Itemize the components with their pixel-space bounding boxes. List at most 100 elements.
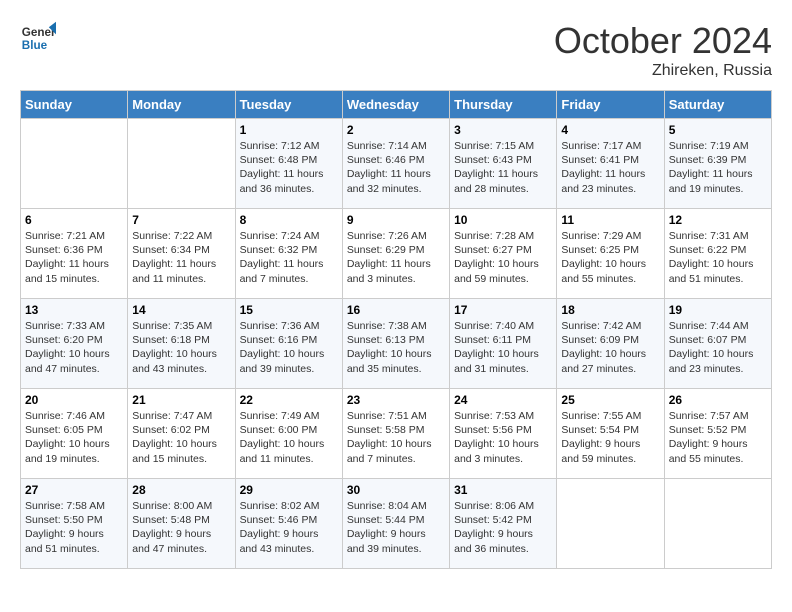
days-header-row: SundayMondayTuesdayWednesdayThursdayFrid…	[21, 91, 772, 119]
day-info: Sunrise: 7:53 AM Sunset: 5:56 PM Dayligh…	[454, 409, 552, 466]
calendar-week-row: 27 Sunrise: 7:58 AM Sunset: 5:50 PM Dayli…	[21, 479, 772, 569]
day-info: Sunrise: 7:49 AM Sunset: 6:00 PM Dayligh…	[240, 409, 338, 466]
day-info: Sunrise: 8:02 AM Sunset: 5:46 PM Dayligh…	[240, 499, 338, 556]
calendar-day-cell	[557, 479, 664, 569]
day-info: Sunrise: 7:26 AM Sunset: 6:29 PM Dayligh…	[347, 229, 445, 286]
day-info: Sunrise: 7:38 AM Sunset: 6:13 PM Dayligh…	[347, 319, 445, 376]
day-number: 3	[454, 123, 552, 137]
calendar-day-cell: 19 Sunrise: 7:44 AM Sunset: 6:07 PM Dayli…	[664, 299, 771, 389]
day-number: 29	[240, 483, 338, 497]
day-number: 18	[561, 303, 659, 317]
day-number: 19	[669, 303, 767, 317]
day-number: 7	[132, 213, 230, 227]
day-info: Sunrise: 7:58 AM Sunset: 5:50 PM Dayligh…	[25, 499, 123, 556]
day-info: Sunrise: 7:46 AM Sunset: 6:05 PM Dayligh…	[25, 409, 123, 466]
calendar-day-cell: 21 Sunrise: 7:47 AM Sunset: 6:02 PM Dayli…	[128, 389, 235, 479]
page-header: General Blue October 2024 Zhireken, Russ…	[20, 20, 772, 80]
day-info: Sunrise: 7:24 AM Sunset: 6:32 PM Dayligh…	[240, 229, 338, 286]
day-info: Sunrise: 7:29 AM Sunset: 6:25 PM Dayligh…	[561, 229, 659, 286]
logo-icon: General Blue	[20, 20, 56, 56]
calendar-day-cell: 30 Sunrise: 8:04 AM Sunset: 5:44 PM Dayli…	[342, 479, 449, 569]
day-number: 2	[347, 123, 445, 137]
calendar-day-cell: 1 Sunrise: 7:12 AM Sunset: 6:48 PM Daylig…	[235, 119, 342, 209]
day-number: 11	[561, 213, 659, 227]
day-number: 8	[240, 213, 338, 227]
day-number: 28	[132, 483, 230, 497]
svg-text:Blue: Blue	[22, 39, 48, 52]
day-info: Sunrise: 7:51 AM Sunset: 5:58 PM Dayligh…	[347, 409, 445, 466]
day-info: Sunrise: 7:21 AM Sunset: 6:36 PM Dayligh…	[25, 229, 123, 286]
location: Zhireken, Russia	[554, 62, 772, 80]
day-info: Sunrise: 8:06 AM Sunset: 5:42 PM Dayligh…	[454, 499, 552, 556]
calendar-week-row: 1 Sunrise: 7:12 AM Sunset: 6:48 PM Daylig…	[21, 119, 772, 209]
day-number: 16	[347, 303, 445, 317]
day-number: 27	[25, 483, 123, 497]
calendar-week-row: 20 Sunrise: 7:46 AM Sunset: 6:05 PM Dayli…	[21, 389, 772, 479]
day-info: Sunrise: 7:15 AM Sunset: 6:43 PM Dayligh…	[454, 139, 552, 196]
calendar-day-cell: 18 Sunrise: 7:42 AM Sunset: 6:09 PM Dayli…	[557, 299, 664, 389]
day-info: Sunrise: 8:00 AM Sunset: 5:48 PM Dayligh…	[132, 499, 230, 556]
day-info: Sunrise: 7:36 AM Sunset: 6:16 PM Dayligh…	[240, 319, 338, 376]
day-of-week-header: Tuesday	[235, 91, 342, 119]
day-info: Sunrise: 7:22 AM Sunset: 6:34 PM Dayligh…	[132, 229, 230, 286]
calendar-day-cell: 2 Sunrise: 7:14 AM Sunset: 6:46 PM Daylig…	[342, 119, 449, 209]
day-number: 21	[132, 393, 230, 407]
calendar-day-cell: 29 Sunrise: 8:02 AM Sunset: 5:46 PM Dayli…	[235, 479, 342, 569]
day-of-week-header: Monday	[128, 91, 235, 119]
calendar-day-cell: 20 Sunrise: 7:46 AM Sunset: 6:05 PM Dayli…	[21, 389, 128, 479]
calendar-day-cell: 7 Sunrise: 7:22 AM Sunset: 6:34 PM Daylig…	[128, 209, 235, 299]
day-number: 4	[561, 123, 659, 137]
day-number: 1	[240, 123, 338, 137]
calendar-day-cell: 3 Sunrise: 7:15 AM Sunset: 6:43 PM Daylig…	[450, 119, 557, 209]
calendar-day-cell: 12 Sunrise: 7:31 AM Sunset: 6:22 PM Dayli…	[664, 209, 771, 299]
calendar-week-row: 6 Sunrise: 7:21 AM Sunset: 6:36 PM Daylig…	[21, 209, 772, 299]
calendar-day-cell	[664, 479, 771, 569]
calendar-day-cell: 24Sunrise: 7:53 AM Sunset: 5:56 PM Dayli…	[450, 389, 557, 479]
day-number: 26	[669, 393, 767, 407]
day-number: 13	[25, 303, 123, 317]
calendar-day-cell: 9 Sunrise: 7:26 AM Sunset: 6:29 PM Daylig…	[342, 209, 449, 299]
calendar-day-cell: 17Sunrise: 7:40 AM Sunset: 6:11 PM Dayli…	[450, 299, 557, 389]
calendar-day-cell: 14 Sunrise: 7:35 AM Sunset: 6:18 PM Dayli…	[128, 299, 235, 389]
calendar-day-cell	[21, 119, 128, 209]
day-of-week-header: Friday	[557, 91, 664, 119]
calendar-day-cell: 10 Sunrise: 7:28 AM Sunset: 6:27 PM Dayli…	[450, 209, 557, 299]
day-number: 17	[454, 303, 552, 317]
calendar-day-cell	[128, 119, 235, 209]
day-number: 31	[454, 483, 552, 497]
day-number: 10	[454, 213, 552, 227]
calendar-body: 1 Sunrise: 7:12 AM Sunset: 6:48 PM Daylig…	[21, 119, 772, 569]
day-number: 9	[347, 213, 445, 227]
calendar-day-cell: 23 Sunrise: 7:51 AM Sunset: 5:58 PM Dayli…	[342, 389, 449, 479]
calendar-day-cell: 8 Sunrise: 7:24 AM Sunset: 6:32 PM Daylig…	[235, 209, 342, 299]
day-info: Sunrise: 7:42 AM Sunset: 6:09 PM Dayligh…	[561, 319, 659, 376]
day-number: 6	[25, 213, 123, 227]
day-number: 14	[132, 303, 230, 317]
calendar-day-cell: 16 Sunrise: 7:38 AM Sunset: 6:13 PM Dayli…	[342, 299, 449, 389]
day-info: Sunrise: 7:14 AM Sunset: 6:46 PM Dayligh…	[347, 139, 445, 196]
calendar-day-cell: 27 Sunrise: 7:58 AM Sunset: 5:50 PM Dayli…	[21, 479, 128, 569]
title-block: October 2024 Zhireken, Russia	[554, 20, 772, 80]
day-number: 22	[240, 393, 338, 407]
day-info: Sunrise: 7:28 AM Sunset: 6:27 PM Dayligh…	[454, 229, 552, 286]
day-number: 20	[25, 393, 123, 407]
day-of-week-header: Thursday	[450, 91, 557, 119]
calendar-week-row: 13Sunrise: 7:33 AM Sunset: 6:20 PM Dayli…	[21, 299, 772, 389]
day-info: Sunrise: 8:04 AM Sunset: 5:44 PM Dayligh…	[347, 499, 445, 556]
day-info: Sunrise: 7:44 AM Sunset: 6:07 PM Dayligh…	[669, 319, 767, 376]
calendar-day-cell: 11 Sunrise: 7:29 AM Sunset: 6:25 PM Dayli…	[557, 209, 664, 299]
day-info: Sunrise: 7:12 AM Sunset: 6:48 PM Dayligh…	[240, 139, 338, 196]
day-info: Sunrise: 7:35 AM Sunset: 6:18 PM Dayligh…	[132, 319, 230, 376]
day-number: 15	[240, 303, 338, 317]
day-number: 30	[347, 483, 445, 497]
calendar-day-cell: 5Sunrise: 7:19 AM Sunset: 6:39 PM Daylig…	[664, 119, 771, 209]
day-number: 12	[669, 213, 767, 227]
day-info: Sunrise: 7:31 AM Sunset: 6:22 PM Dayligh…	[669, 229, 767, 286]
calendar-day-cell: 31 Sunrise: 8:06 AM Sunset: 5:42 PM Dayli…	[450, 479, 557, 569]
calendar-day-cell: 13Sunrise: 7:33 AM Sunset: 6:20 PM Dayli…	[21, 299, 128, 389]
day-info: Sunrise: 7:47 AM Sunset: 6:02 PM Dayligh…	[132, 409, 230, 466]
day-of-week-header: Sunday	[21, 91, 128, 119]
day-of-week-header: Wednesday	[342, 91, 449, 119]
calendar-day-cell: 6 Sunrise: 7:21 AM Sunset: 6:36 PM Daylig…	[21, 209, 128, 299]
day-number: 23	[347, 393, 445, 407]
